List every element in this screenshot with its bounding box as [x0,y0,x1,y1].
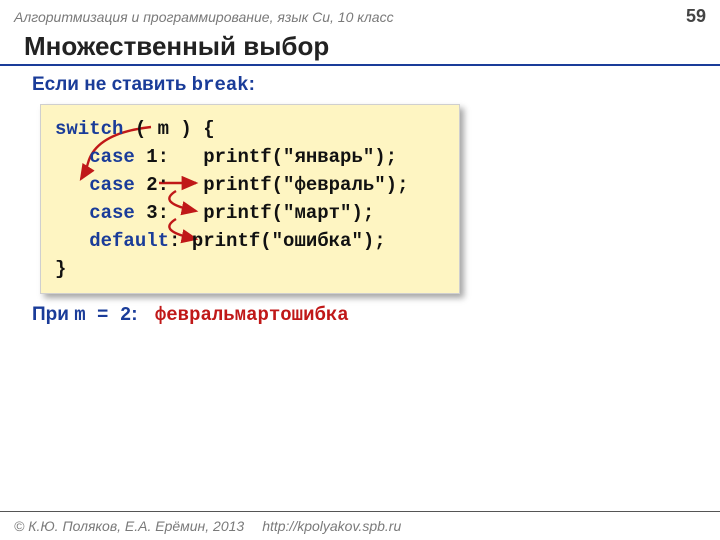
footer-url: http://kpolyakov.spb.ru [262,518,401,534]
code-block: switch ( m ) { case 1: printf("январь");… [40,104,460,294]
result-line: При m = 2: февральмартошибка [32,304,720,326]
kw-case1: case [55,146,135,168]
footer-copyright: © К.Ю. Поляков, Е.А. Ерёмин, 2013 [14,518,244,534]
kw-case3: case [55,202,135,224]
title-divider [0,64,720,66]
code-content: switch ( m ) { case 1: printf("январь");… [55,115,445,283]
code-l1b: ( m ) { [123,118,214,140]
result-output: февральмартошибка [155,304,349,326]
course-label: Алгоритмизация и программирование, язык … [14,9,394,25]
page-number: 59 [686,6,706,27]
code-l6: } [55,258,66,280]
subtitle-keyword: break [192,74,249,96]
code-l3b: 2: printf("февраль"); [135,174,409,196]
result-suffix: : [131,304,137,325]
kw-default: default [55,230,169,252]
code-l4b: 3: printf("март"); [135,202,374,224]
code-l5b: : printf("ошибка"); [169,230,386,252]
subtitle: Если не ставить break: [32,74,720,96]
kw-switch: switch [55,118,123,140]
subtitle-prefix: Если не ставить [32,74,192,95]
page-title: Множественный выбор [24,31,720,62]
result-prefix: При [32,304,74,325]
subtitle-suffix: : [249,74,255,95]
code-l2b: 1: printf("январь"); [135,146,397,168]
kw-case2: case [55,174,135,196]
footer-divider [0,511,720,512]
result-condition: m = 2 [74,304,131,326]
